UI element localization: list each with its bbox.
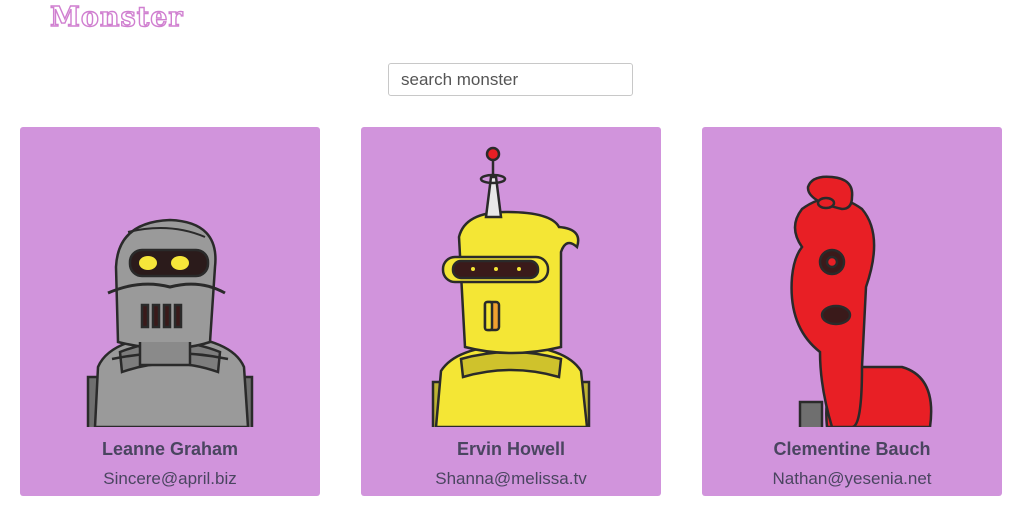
- monster-email: Sincere@april.biz: [103, 469, 237, 488]
- search-input[interactable]: [388, 63, 633, 96]
- app-logo: Monster: [49, 1, 184, 33]
- monster-card[interactable]: Leanne Graham Sincere@april.biz: [20, 127, 320, 496]
- monster-card[interactable]: Ervin Howell Shanna@melissa.tv: [361, 127, 661, 496]
- monster-name: Clementine Bauch: [773, 439, 931, 459]
- robot-avatar-image: [790, 175, 933, 427]
- monster-email: Nathan@yesenia.net: [772, 469, 932, 488]
- robot-avatar-image: [431, 146, 591, 427]
- robot-avatar-image: [86, 218, 254, 427]
- monster-name: Leanne Graham: [101, 439, 239, 459]
- monster-card[interactable]: Clementine Bauch Nathan@yesenia.net: [702, 127, 1002, 496]
- monster-name: Ervin Howell: [456, 439, 566, 459]
- monster-email: Shanna@melissa.tv: [435, 469, 587, 488]
